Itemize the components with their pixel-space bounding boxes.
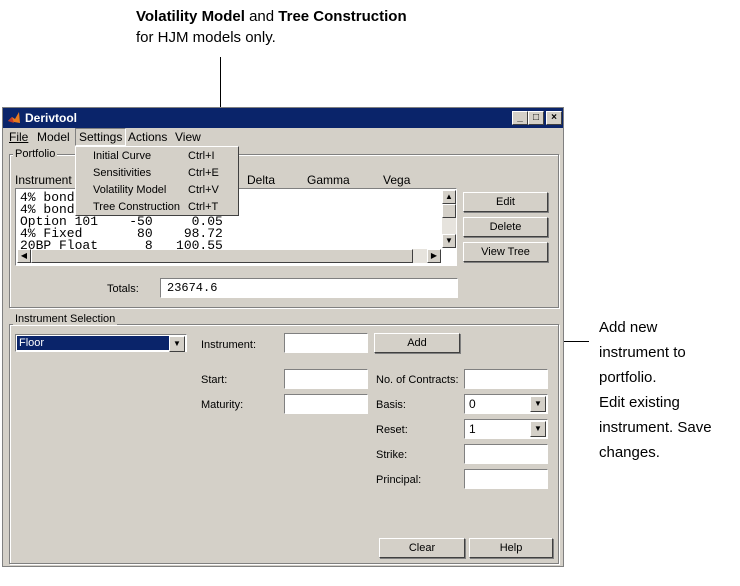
- scroll-up-icon[interactable]: ▲: [442, 190, 456, 204]
- menu-settings[interactable]: Settings: [75, 128, 127, 146]
- menu-item-initial-curve[interactable]: Initial Curve Ctrl+I: [76, 148, 238, 165]
- menu-item-label: Tree Construction: [93, 201, 181, 213]
- instrument-label: Instrument:: [201, 339, 257, 351]
- basis-select[interactable]: 0 ▼: [464, 394, 548, 414]
- start-label: Start:: [201, 374, 228, 386]
- menu-item-volatility-model[interactable]: Volatility Model Ctrl+V: [76, 182, 238, 199]
- callout-right-line1: Add new: [599, 319, 658, 336]
- basis-value: 0: [469, 397, 476, 411]
- column-header-delta: Delta: [247, 173, 276, 187]
- reset-value: 1: [469, 422, 476, 436]
- reset-label: Reset:: [376, 424, 408, 436]
- close-button[interactable]: ×: [546, 111, 562, 125]
- vertical-scroll-thumb[interactable]: [442, 204, 456, 218]
- menu-item-shortcut: Ctrl+V: [188, 184, 219, 196]
- maturity-field[interactable]: [284, 394, 368, 414]
- instrument-field[interactable]: [284, 333, 368, 353]
- add-button[interactable]: Add: [374, 333, 460, 353]
- title-bar[interactable]: Derivtool _ □ ×: [3, 108, 563, 128]
- minimize-button[interactable]: _: [512, 111, 528, 125]
- menu-item-shortcut: Ctrl+I: [188, 150, 215, 162]
- edit-button[interactable]: Edit: [463, 192, 548, 212]
- menu-model[interactable]: Model: [37, 130, 70, 144]
- chevron-down-icon[interactable]: ▼: [530, 421, 546, 437]
- maturity-label: Maturity:: [201, 399, 244, 411]
- maximize-button[interactable]: □: [528, 111, 544, 125]
- callout-and: and: [244, 8, 279, 25]
- vertical-scrollbar[interactable]: ▲ ▼: [442, 190, 456, 248]
- column-header-gamma: Gamma: [307, 173, 350, 187]
- scroll-right-icon[interactable]: ▶: [427, 249, 441, 263]
- menu-item-sensitivities[interactable]: Sensitivities Ctrl+E: [76, 165, 238, 182]
- contracts-label: No. of Contracts:: [376, 374, 459, 386]
- window-title: Derivtool: [25, 111, 78, 125]
- view-tree-button[interactable]: View Tree: [463, 242, 548, 262]
- principal-label: Principal:: [376, 474, 422, 486]
- menu-actions[interactable]: Actions: [128, 130, 167, 144]
- help-button[interactable]: Help: [469, 538, 553, 558]
- delete-button[interactable]: Delete: [463, 217, 548, 237]
- instrument-selection-label: Instrument Selection: [13, 313, 118, 325]
- matlab-logo-icon: [8, 112, 20, 123]
- totals-label: Totals:: [107, 283, 139, 295]
- menu-item-label: Volatility Model: [93, 184, 167, 196]
- callout-right-line4: Edit existing: [599, 394, 680, 411]
- menu-item-label: Initial Curve: [93, 150, 152, 162]
- horizontal-scroll-thumb[interactable]: [31, 249, 413, 263]
- column-header-vega: Vega: [383, 173, 411, 187]
- clear-button[interactable]: Clear: [379, 538, 465, 558]
- menu-item-shortcut: Ctrl+E: [188, 167, 219, 179]
- scroll-down-icon[interactable]: ▼: [442, 234, 456, 248]
- scroll-left-icon[interactable]: ◀: [17, 249, 31, 263]
- strike-label: Strike:: [376, 449, 408, 461]
- derivtool-window: Derivtool _ □ × File Model Settings Acti…: [2, 107, 564, 567]
- strike-field[interactable]: [464, 444, 548, 464]
- menu-file[interactable]: File: [9, 130, 28, 144]
- start-field[interactable]: [284, 369, 368, 389]
- callout-hjm-note: Volatility Model and Tree Construction f…: [136, 6, 436, 48]
- reset-select[interactable]: 1 ▼: [464, 419, 548, 439]
- callout-line2: for HJM models only.: [136, 29, 276, 46]
- callout-bold-volatility: Volatility Model: [136, 8, 245, 25]
- callout-right-line2: instrument to: [599, 344, 686, 361]
- chevron-down-icon[interactable]: ▼: [530, 396, 546, 412]
- settings-menu: Initial Curve Ctrl+I Sensitivities Ctrl+…: [75, 146, 239, 216]
- horizontal-scrollbar[interactable]: ◀ ▶: [17, 249, 441, 263]
- callout-bold-tree: Tree Construction: [278, 8, 407, 25]
- menu-bar: File Model Settings Actions View: [3, 128, 563, 146]
- menu-item-shortcut: Ctrl+T: [188, 201, 219, 213]
- principal-field[interactable]: [464, 469, 548, 489]
- totals-field: 23674.6: [160, 278, 458, 298]
- callout-right-line6: changes.: [599, 444, 660, 461]
- chevron-down-icon[interactable]: ▼: [169, 336, 185, 352]
- menu-view[interactable]: View: [175, 130, 201, 144]
- callout-add-edit-note: Add new instrument to portfolio. Edit ex…: [599, 315, 739, 465]
- callout-right-line5: instrument. Save: [599, 419, 712, 436]
- column-header-instrument: Instrument: [15, 173, 72, 187]
- portfolio-group-label: Portfolio: [13, 148, 58, 160]
- instrument-type-value: Floor: [17, 336, 169, 350]
- contracts-field[interactable]: [464, 369, 548, 389]
- callout-right-line3: portfolio.: [599, 369, 657, 386]
- basis-label: Basis:: [376, 399, 406, 411]
- menu-item-label: Sensitivities: [93, 167, 152, 179]
- menu-item-tree-construction[interactable]: Tree Construction Ctrl+T: [76, 199, 238, 216]
- instrument-type-select[interactable]: Floor ▼: [15, 334, 187, 352]
